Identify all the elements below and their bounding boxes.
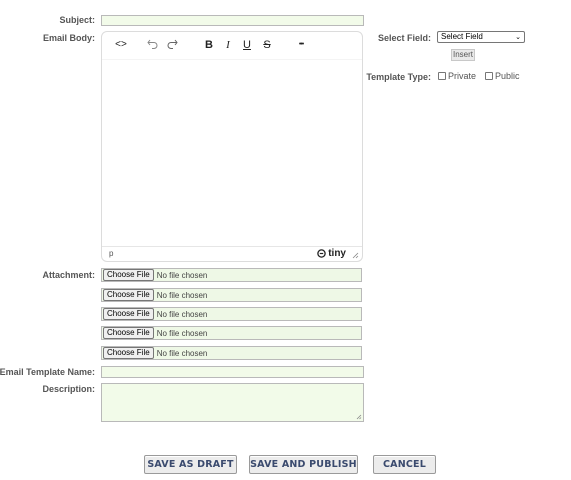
choose-file-button[interactable]: Choose File — [103, 347, 154, 359]
select-field-label: Select Field: — [377, 33, 431, 43]
redo-button[interactable] — [165, 39, 179, 49]
file-status: No file chosen — [156, 270, 208, 280]
public-label: Public — [495, 71, 520, 81]
attachment-input-4[interactable]: Choose File No file chosen — [101, 326, 362, 340]
element-path[interactable]: p — [109, 249, 113, 258]
attachment-input-1[interactable]: Choose File No file chosen — [101, 268, 362, 282]
italic-button[interactable]: I — [221, 39, 235, 51]
editor-statusbar: p tiny — [102, 246, 362, 261]
private-checkbox[interactable] — [438, 72, 446, 80]
attachment-input-5[interactable]: Choose File No file chosen — [101, 346, 362, 360]
insert-button[interactable]: Insert — [451, 49, 475, 61]
underline-button[interactable]: U — [240, 39, 254, 51]
tiny-icon — [317, 249, 326, 258]
file-status: No file chosen — [156, 309, 208, 319]
file-status: No file chosen — [156, 348, 208, 358]
tiny-logo[interactable]: tiny — [317, 248, 346, 259]
undo-icon — [146, 39, 157, 49]
editor-content-area[interactable] — [102, 59, 362, 249]
choose-file-button[interactable]: Choose File — [103, 308, 154, 320]
file-status: No file chosen — [156, 290, 208, 300]
undo-button[interactable] — [145, 39, 159, 49]
redo-icon — [167, 39, 178, 49]
email-body-editor[interactable]: <> B I U S ••• p tiny — [101, 31, 363, 262]
template-type-label: Template Type: — [366, 72, 431, 82]
tiny-brand-text: tiny — [328, 248, 346, 259]
strikethrough-button[interactable]: S — [260, 39, 274, 51]
template-type-public[interactable]: Public — [485, 71, 520, 81]
select-field-dropdown[interactable]: Select Field ⌄ — [437, 31, 525, 43]
resize-grip-icon[interactable] — [356, 414, 362, 420]
resize-grip-icon[interactable] — [352, 252, 359, 259]
bold-button[interactable]: B — [202, 39, 216, 51]
description-textarea[interactable] — [101, 383, 364, 422]
cancel-button[interactable]: CANCEL — [373, 455, 436, 474]
file-status: No file chosen — [156, 328, 208, 338]
choose-file-button[interactable]: Choose File — [103, 327, 154, 339]
select-field-value: Select Field — [441, 32, 483, 41]
save-and-publish-button[interactable]: SAVE AND PUBLISH — [249, 455, 358, 474]
source-code-button[interactable]: <> — [114, 39, 128, 51]
more-button[interactable]: ••• — [294, 39, 308, 51]
template-type-private[interactable]: Private — [438, 71, 476, 81]
description-label: Description: — [42, 384, 95, 394]
attachment-input-2[interactable]: Choose File No file chosen — [101, 288, 362, 302]
template-name-label: Email Template Name: — [0, 367, 95, 377]
private-label: Private — [448, 71, 477, 81]
attachment-label: Attachment: — [42, 270, 95, 280]
save-as-draft-button[interactable]: SAVE AS DRAFT — [144, 455, 237, 474]
attachment-input-3[interactable]: Choose File No file chosen — [101, 307, 362, 321]
template-name-input[interactable] — [101, 366, 364, 378]
subject-label: Subject: — [59, 15, 95, 25]
editor-toolbar: <> B I U S ••• — [102, 32, 362, 59]
email-body-label: Email Body: — [42, 33, 95, 43]
choose-file-button[interactable]: Choose File — [103, 269, 154, 281]
chevron-down-icon: ⌄ — [515, 34, 521, 41]
subject-input[interactable] — [101, 15, 364, 26]
choose-file-button[interactable]: Choose File — [103, 289, 154, 301]
public-checkbox[interactable] — [485, 72, 493, 80]
